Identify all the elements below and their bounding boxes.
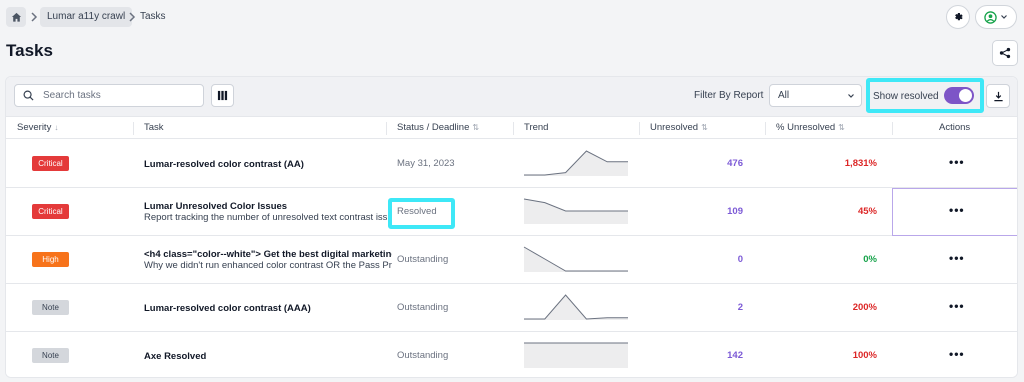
unresolved-count: 476	[727, 158, 743, 169]
show-resolved-toggle[interactable]	[944, 87, 974, 104]
sort-down-icon: ↓	[54, 123, 59, 132]
task-title[interactable]: <h4 class="color--white"> Get the best d…	[144, 249, 392, 260]
unresolved-count: 109	[727, 206, 743, 217]
status-header-label: Status / Deadline	[397, 122, 470, 133]
trend-sparkline	[524, 294, 628, 320]
chevron-right-icon	[31, 12, 38, 22]
tasks-toolbar: Filter By Report All Show resolved	[6, 77, 1017, 117]
trend-area	[524, 247, 628, 272]
actions-menu-button[interactable]: •••	[949, 300, 965, 312]
table-header: Severity ↓ Task Status / Deadline ⇅ Tren…	[6, 117, 1017, 139]
actions-menu-button[interactable]: •••	[949, 204, 965, 216]
chevron-down-icon	[1001, 15, 1007, 19]
trend-header-label: Trend	[524, 122, 549, 133]
task-description: Why we didn't run enhanced color contras…	[144, 260, 392, 271]
search-icon	[23, 90, 34, 101]
column-header-pct-unresolved[interactable]: % Unresolved ⇅	[776, 117, 845, 139]
task-title[interactable]: Axe Resolved	[144, 351, 392, 362]
sort-icon: ⇅	[701, 123, 708, 132]
user-avatar-icon	[984, 10, 997, 24]
top-bar: Lumar a11y crawl Tasks	[0, 0, 1024, 34]
pct-unresolved: 0%	[863, 254, 877, 265]
breadcrumb-project[interactable]: Lumar a11y crawl	[40, 7, 133, 27]
tasks-panel: Filter By Report All Show resolved Sever…	[5, 76, 1018, 378]
filter-by-report-label: Filter By Report	[694, 90, 764, 101]
trend-sparkline	[523, 246, 628, 272]
table-row[interactable]: Critical Lumar Unresolved Color Issues R…	[6, 188, 1017, 236]
column-header-unresolved[interactable]: Unresolved ⇅	[650, 117, 708, 139]
column-header-severity[interactable]: Severity ↓	[17, 117, 58, 139]
actions-menu-button[interactable]: •••	[949, 252, 965, 264]
table-row[interactable]: High <h4 class="color--white"> Get the b…	[6, 236, 1017, 284]
status-text: Outstanding	[397, 350, 449, 361]
actions-menu-button[interactable]: •••	[949, 156, 965, 168]
pct-unresolved: 45%	[857, 206, 877, 217]
pct-unresolved: 100%	[852, 350, 877, 361]
column-header-status[interactable]: Status / Deadline ⇅	[397, 117, 479, 139]
gear-icon	[955, 13, 963, 21]
pct-unresolved: 1,831%	[844, 158, 877, 169]
sort-icon: ⇅	[838, 123, 845, 132]
chevron-right-icon	[129, 12, 136, 22]
table-row[interactable]: Note Axe Resolved Outstanding 142 100% •…	[6, 332, 1017, 377]
severity-header-label: Severity	[17, 122, 52, 133]
actions-menu-button[interactable]: •••	[949, 348, 965, 360]
filter-selected-value: All	[778, 90, 790, 101]
share-icon	[999, 47, 1011, 59]
trend-sparkline	[523, 198, 628, 224]
severity-badge: Critical	[32, 204, 69, 219]
status-highlight	[388, 198, 455, 229]
table-row[interactable]: Critical Lumar-resolved color contrast (…	[6, 140, 1017, 188]
pct-unresolved: 200%	[852, 302, 877, 313]
unresolved-count: 2	[737, 302, 743, 313]
table-row[interactable]: Note Lumar-resolved color contrast (AAA)…	[6, 284, 1017, 332]
status-text: May 31, 2023	[397, 158, 455, 169]
column-header-trend: Trend	[524, 117, 548, 139]
task-title[interactable]: Lumar-resolved color contrast (AAA)	[144, 303, 392, 314]
pct-unresolved-header-label: % Unresolved	[776, 122, 836, 133]
severity-badge: Note	[32, 348, 69, 363]
show-resolved-label: Show resolved	[873, 91, 939, 102]
status-text: Outstanding	[397, 302, 449, 313]
severity-badge: Critical	[32, 156, 69, 171]
task-title[interactable]: Lumar-resolved color contrast (AA)	[144, 159, 392, 170]
task-header-label: Task	[144, 122, 164, 133]
status-text: Outstanding	[397, 254, 449, 265]
search-input[interactable]	[43, 90, 183, 101]
column-header-task[interactable]: Task	[144, 117, 164, 139]
toggle-knob	[959, 89, 972, 102]
trend-area	[524, 343, 628, 368]
download-button[interactable]	[986, 84, 1010, 108]
unresolved-count: 0	[737, 254, 743, 265]
home-icon[interactable]	[6, 7, 26, 27]
trend-area	[524, 151, 628, 176]
page-title: Tasks	[6, 41, 53, 60]
filter-by-report-select[interactable]: All	[769, 84, 862, 107]
columns-icon	[217, 90, 228, 101]
chevron-down-icon	[848, 94, 854, 98]
sort-icon: ⇅	[472, 123, 480, 132]
unresolved-count: 142	[727, 350, 743, 361]
download-icon	[993, 91, 1003, 101]
search-box[interactable]	[14, 84, 204, 107]
task-title[interactable]: Lumar Unresolved Color Issues	[144, 201, 392, 212]
trend-sparkline	[524, 150, 628, 176]
share-button[interactable]	[992, 40, 1018, 66]
task-description: Report tracking the number of unresolved…	[144, 212, 392, 223]
severity-badge: High	[32, 252, 69, 267]
unresolved-header-label: Unresolved	[650, 122, 699, 133]
column-header-actions: Actions	[939, 117, 970, 139]
settings-button[interactable]	[946, 5, 970, 29]
columns-button[interactable]	[211, 84, 234, 107]
actions-header-label: Actions	[939, 122, 971, 133]
trend-sparkline	[524, 342, 628, 368]
severity-badge: Note	[32, 300, 69, 315]
user-menu-button[interactable]	[975, 5, 1017, 29]
breadcrumb-current: Tasks	[140, 11, 166, 22]
